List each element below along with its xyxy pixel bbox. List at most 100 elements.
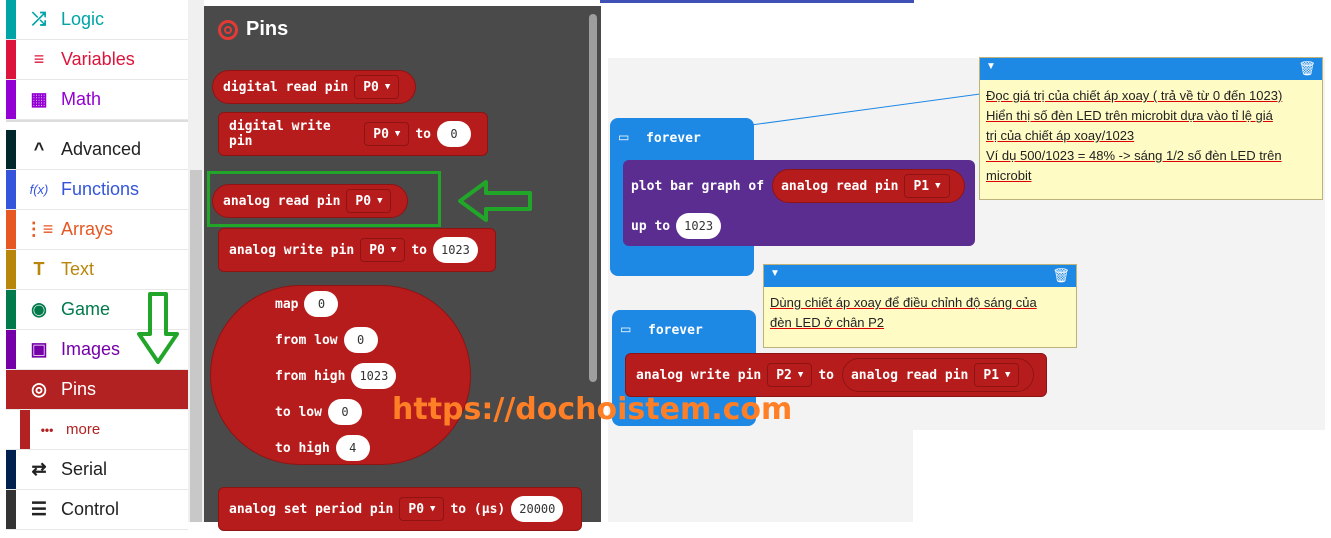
category-math[interactable]: ▦ Math — [6, 80, 188, 120]
comment-icon[interactable]: ▭ — [618, 130, 629, 144]
plot-bar-graph-block[interactable]: plot bar graph of analog read pin P1 up … — [623, 160, 975, 246]
block-label: analog set period pin — [229, 501, 394, 517]
value-input[interactable]: 20000 — [511, 496, 564, 522]
category-color-bar — [6, 450, 16, 489]
comment-connector — [743, 93, 981, 127]
left-arrow-icon — [458, 180, 532, 222]
analog-read-pin-block[interactable]: analog read pin P1 — [772, 169, 965, 203]
category-color-bar — [6, 330, 16, 369]
category-separator — [6, 120, 188, 122]
category-label: Control — [61, 499, 120, 519]
to-low-label: to low — [275, 404, 322, 420]
analog-read-pin-block[interactable]: analog read pin P0 — [212, 184, 409, 218]
category-more[interactable]: ••• more — [6, 410, 188, 450]
category-color-bar — [6, 80, 16, 119]
watermark-text: https://dochoistem.com — [392, 392, 793, 427]
math-icon: ▦ — [30, 89, 48, 109]
from-low-label: from low — [275, 332, 338, 348]
comment-line: Dùng chiết áp xoay để điều chỉnh độ sáng… — [770, 295, 1037, 310]
pin-dropdown[interactable]: P0 — [364, 122, 410, 146]
category-label: Images — [61, 339, 121, 359]
category-functions[interactable]: f(x) Functions — [6, 170, 188, 210]
down-arrow-icon — [137, 292, 179, 364]
category-label: Arrays — [61, 219, 114, 239]
collapse-icon[interactable]: ▼ — [770, 268, 780, 279]
top-accent-line — [600, 0, 914, 3]
comment-1[interactable]: ▼ 🗑 Đọc giá trị của chiết áp xoay ( trả v… — [979, 57, 1323, 200]
pin-dropdown[interactable]: P0 — [360, 238, 406, 262]
value-input[interactable]: 1023 — [432, 237, 478, 263]
serial-icon: ⇄ — [31, 459, 47, 479]
category-list: ⤮ Logic ≡ Variables ▦ Math ^ Advanced f(x) Functi… — [0, 0, 188, 530]
pin-dropdown[interactable]: P1 — [974, 363, 1020, 387]
control-icon: ☰ — [30, 499, 48, 519]
trash-icon[interactable]: 🗑 — [1298, 60, 1316, 77]
up-to-label: up to — [631, 218, 671, 234]
pin-dropdown[interactable]: P0 — [346, 189, 392, 213]
digital-read-pin-block[interactable]: digital read pin P0 — [212, 70, 417, 104]
variables-icon: ≡ — [33, 49, 45, 69]
to-high-input[interactable]: 4 — [335, 435, 370, 461]
game-icon: ◉ — [31, 299, 47, 319]
category-color-bar — [6, 0, 16, 39]
block-label: analog read pin — [781, 178, 899, 194]
up-to-input[interactable]: 1023 — [676, 213, 722, 239]
digital-write-pin-block[interactable]: digital write pin P0 to 0 — [218, 112, 488, 156]
map-label: map — [275, 296, 299, 312]
analog-read-pin-block[interactable]: analog read pin P1 — [841, 358, 1035, 392]
category-scrollbar-thumb[interactable] — [190, 170, 202, 522]
category-color-bar — [6, 210, 16, 249]
analog-set-period-block[interactable]: analog set period pin P0 to (µs) 20000 — [218, 487, 582, 531]
category-label: Advanced — [61, 139, 142, 159]
category-advanced[interactable]: ^ Advanced — [6, 130, 188, 170]
category-color-bar — [6, 130, 16, 169]
category-arrays[interactable]: ⋮≡ Arrays — [6, 210, 188, 250]
category-serial[interactable]: ⇄ Serial — [6, 450, 188, 490]
from-high-input[interactable]: 1023 — [351, 363, 397, 389]
category-logic[interactable]: ⤮ Logic — [6, 0, 188, 40]
comment-line: đèn LED ở chân P2 — [770, 315, 885, 330]
category-text[interactable]: T Text — [6, 250, 188, 290]
to-low-input[interactable]: 0 — [327, 399, 362, 425]
pin-dropdown[interactable]: P0 — [399, 497, 445, 521]
category-label: Text — [61, 259, 95, 279]
map-block[interactable]: map 0 from low 0 from high 1023 to low 0 to … — [210, 285, 471, 465]
category-color-bar — [6, 370, 16, 409]
block-label: digital read pin — [223, 79, 349, 95]
to-label: to — [411, 242, 427, 258]
collapse-icon[interactable]: ▼ — [986, 61, 996, 72]
comment-line: Ví dụ 500/1023 = 48% -> sáng 1/2 số đèn … — [986, 148, 1282, 163]
category-label: Game — [61, 299, 111, 319]
category-label: Logic — [61, 9, 105, 29]
workspace-empty-area — [913, 430, 1331, 538]
category-variables[interactable]: ≡ Variables — [6, 40, 188, 80]
pin-dropdown[interactable]: P1 — [904, 174, 950, 198]
category-color-bar — [6, 250, 16, 289]
category-color-bar — [6, 40, 16, 79]
comment-line: Hiển thị số đèn LED trên microbit dựa và… — [986, 108, 1273, 123]
pin-dropdown[interactable]: P0 — [354, 75, 400, 99]
flyout-scrollbar[interactable] — [589, 14, 597, 382]
block-label: analog read pin — [223, 193, 341, 209]
text-icon: T — [33, 259, 45, 279]
value-input[interactable]: 0 — [437, 121, 471, 147]
plot-label: plot bar graph of — [631, 178, 765, 194]
category-label: Serial — [61, 459, 108, 479]
map-input[interactable]: 0 — [304, 291, 339, 317]
analog-write-pin-block-ws[interactable]: analog write pin P2 to analog read pin P… — [625, 353, 1047, 397]
pin-dropdown[interactable]: P2 — [767, 363, 813, 387]
category-pins[interactable]: ◎ Pins — [6, 370, 188, 410]
from-low-input[interactable]: 0 — [343, 327, 378, 353]
to-label: to — [818, 367, 834, 383]
category-control[interactable]: ☰ Control — [6, 490, 188, 530]
logic-icon: ⤮ — [31, 9, 47, 29]
advanced-icon: ^ — [33, 139, 45, 159]
comment-line: Đọc giá trị của chiết áp xoay ( trả về t… — [986, 88, 1283, 103]
analog-write-pin-block[interactable]: analog write pin P0 to 1023 — [218, 228, 496, 272]
block-label: digital write pin — [229, 119, 331, 149]
category-label: Pins — [61, 379, 97, 399]
comment-2[interactable]: ▼ 🗑 Dùng chiết áp xoay để điều chỉnh độ s… — [763, 264, 1077, 348]
more-icon: ••• — [40, 422, 54, 437]
comment-icon[interactable]: ▭ — [620, 322, 631, 336]
trash-icon[interactable]: 🗑 — [1052, 267, 1070, 284]
